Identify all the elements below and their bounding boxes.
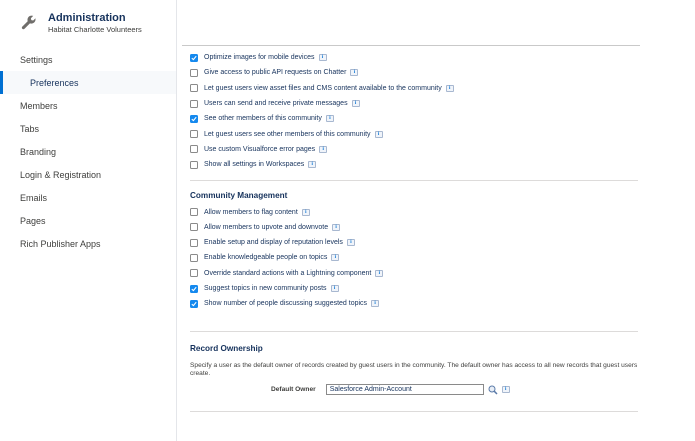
record-ownership-title: Record Ownership [190, 344, 263, 354]
info-icon[interactable]: i [301, 208, 310, 216]
default-owner-row: Default Owner Salesforce Admin-Account i [190, 384, 635, 396]
option-label: Users can send and receive private messa… [204, 100, 348, 108]
lookup-search-icon[interactable] [488, 385, 498, 395]
default-owner-input[interactable]: Salesforce Admin-Account [325, 384, 484, 396]
info-icon[interactable]: i [374, 130, 383, 138]
app-header: Administration Habitat Charlotte Volunte… [0, 0, 176, 46]
checkbox-checked[interactable] [190, 284, 198, 293]
option-label: Give access to public API requests on Ch… [204, 69, 347, 77]
content-top-divider [182, 45, 640, 46]
sidebar-nav: Settings Preferences Members Tabs Branding Lo… [0, 48, 176, 255]
sidebar-item-emails[interactable]: Emails [0, 186, 176, 209]
info-icon[interactable]: i [350, 69, 359, 77]
info-icon[interactable]: i [325, 115, 334, 123]
info-icon[interactable]: i [445, 84, 454, 92]
checkbox-unchecked[interactable] [190, 223, 198, 232]
preferences-panel: Optimize images for mobile devices i Give … [190, 50, 638, 413]
option-row: Let guest users view asset files and CMS… [190, 81, 635, 96]
option-row: Override standard actions with a Lightni… [190, 266, 635, 281]
option-row: Use custom Visualforce error pages i [190, 142, 635, 157]
option-label: Override standard actions with a Lightni… [204, 269, 372, 277]
info-icon[interactable]: i [330, 285, 339, 292]
sidebar-item-branding[interactable]: Branding [0, 140, 176, 163]
info-icon[interactable]: i [346, 239, 355, 247]
option-label: Use custom Visualforce error pages [204, 145, 316, 153]
wrench-icon [20, 14, 38, 32]
sidebar-divider [176, 0, 177, 441]
info-icon[interactable]: i [375, 269, 384, 277]
checkbox-checked[interactable] [190, 114, 198, 123]
option-label: Allow members to flag content [204, 208, 298, 216]
option-row: Allow members to upvote and downvote i [190, 220, 635, 235]
checkbox-unchecked[interactable] [190, 68, 198, 77]
option-row: Suggest topics in new community posts i [190, 281, 635, 296]
option-row: Give access to public API requests on Ch… [190, 65, 635, 80]
section-divider [190, 411, 638, 413]
checkbox-unchecked[interactable] [190, 238, 198, 247]
info-icon[interactable]: i [308, 161, 317, 169]
default-owner-label: Default Owner [271, 386, 316, 394]
checkbox-checked[interactable] [190, 299, 198, 308]
sidebar-item-login-registration[interactable]: Login & Registration [0, 163, 176, 186]
section-divider [190, 331, 638, 333]
sidebar-item-preferences[interactable]: Preferences [0, 71, 176, 94]
option-row: Users can send and receive private messa… [190, 96, 635, 111]
info-icon[interactable]: i [332, 223, 341, 231]
option-label: Let guest users view asset files and CMS… [204, 84, 442, 92]
community-management-options: Allow members to flag content i Allow memb… [190, 204, 635, 311]
checkbox-checked[interactable] [190, 53, 198, 62]
info-icon[interactable]: i [371, 300, 380, 308]
sidebar-item-members[interactable]: Members [0, 94, 176, 117]
app-title: Administration [48, 11, 126, 24]
community-name: Habitat Charlotte Volunteers [48, 24, 142, 34]
info-icon[interactable]: i [351, 100, 360, 108]
option-row: Enable setup and display of reputation l… [190, 235, 635, 250]
info-icon[interactable]: i [501, 386, 510, 394]
sidebar-item-pages[interactable]: Pages [0, 209, 176, 232]
option-row: Optimize images for mobile devices i [190, 50, 635, 65]
option-label: Let guest users see other members of thi… [204, 130, 371, 138]
record-ownership-description: Specify a user as the default owner of r… [190, 362, 638, 378]
option-label: See other members of this community [204, 115, 322, 123]
checkbox-unchecked[interactable] [190, 208, 198, 217]
checkbox-unchecked[interactable] [190, 145, 198, 154]
sidebar-item-tabs[interactable]: Tabs [0, 117, 176, 140]
sidebar-item-settings[interactable]: Settings [0, 48, 176, 71]
option-row: See other members of this community i [190, 111, 635, 126]
option-label: Allow members to upvote and downvote [204, 223, 329, 231]
option-row: Show number of people discussing suggest… [190, 296, 635, 311]
info-icon[interactable]: i [319, 145, 328, 153]
general-options-list: Optimize images for mobile devices i Give … [190, 50, 635, 172]
checkbox-unchecked[interactable] [190, 269, 198, 278]
option-label: Enable knowledgeable people on topics [204, 254, 328, 262]
option-row: Show all settings in Workspaces i [190, 157, 635, 172]
option-label: Enable setup and display of reputation l… [204, 239, 343, 247]
checkbox-unchecked[interactable] [190, 160, 198, 169]
section-divider [190, 180, 638, 182]
option-row: Allow members to flag content i [190, 204, 635, 219]
option-label: Suggest topics in new community posts [204, 285, 327, 292]
option-label: Show number of people discussing suggest… [204, 300, 368, 308]
info-icon[interactable]: i [318, 54, 327, 62]
option-label: Show all settings in Workspaces [204, 161, 305, 169]
option-row: Let guest users see other members of thi… [190, 126, 635, 141]
sidebar-item-rich-publisher-apps[interactable]: Rich Publisher Apps [0, 232, 176, 255]
info-icon[interactable]: i [331, 254, 340, 262]
checkbox-unchecked[interactable] [190, 99, 198, 108]
option-label: Optimize images for mobile devices [204, 54, 315, 62]
community-management-title: Community Management [190, 191, 288, 201]
checkbox-unchecked[interactable] [190, 130, 198, 139]
option-row: Enable knowledgeable people on topics i [190, 250, 635, 265]
checkbox-unchecked[interactable] [190, 84, 198, 93]
checkbox-unchecked[interactable] [190, 253, 198, 262]
